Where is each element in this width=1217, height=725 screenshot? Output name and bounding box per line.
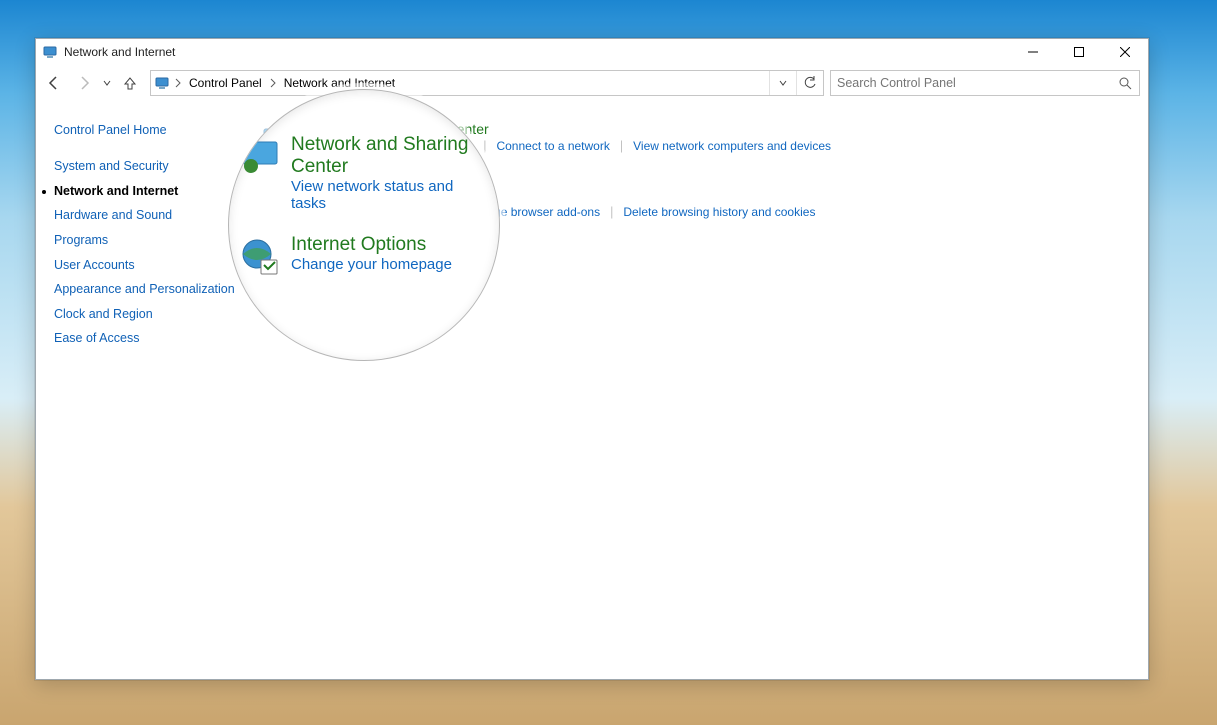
back-button[interactable] (40, 69, 68, 97)
link-view-network-devices[interactable]: View network computers and devices (633, 139, 831, 153)
minimize-button[interactable] (1010, 39, 1056, 65)
magnifier-network-heading: Network and Sharing Center (291, 134, 491, 178)
breadcrumb-level2[interactable]: Network and Internet (278, 76, 401, 90)
sidebar-item-user-accounts[interactable]: User Accounts (54, 258, 242, 274)
magnifier-overlay: Network and Sharing Center View network … (228, 89, 500, 361)
search-box[interactable] (830, 70, 1140, 96)
address-dropdown[interactable] (769, 71, 796, 95)
magnifier-internet-sub: Change your homepage (291, 256, 452, 273)
content: Network and Sharing Center View network … (258, 101, 1148, 679)
titlebar: Network and Internet (36, 39, 1148, 65)
search-icon[interactable] (1111, 76, 1139, 90)
toolbar: Control Panel Network and Internet (36, 65, 1148, 101)
window-title: Network and Internet (64, 45, 175, 59)
window-controls (1010, 39, 1148, 65)
forward-button[interactable] (70, 69, 98, 97)
body: Control Panel Home System and Security N… (36, 101, 1148, 679)
address-bar[interactable]: Control Panel Network and Internet (150, 70, 824, 96)
breadcrumb-level1[interactable]: Control Panel (183, 76, 268, 90)
link-connect-network[interactable]: Connect to a network (496, 139, 609, 153)
control-panel-window: Network and Internet Control Pan (35, 38, 1149, 680)
sidebar-item-programs[interactable]: Programs (54, 233, 242, 249)
search-input[interactable] (831, 75, 1111, 91)
close-button[interactable] (1102, 39, 1148, 65)
link-delete-history[interactable]: Delete browsing history and cookies (623, 205, 815, 219)
chevron-right-icon[interactable] (173, 78, 183, 88)
internet-options-icon (237, 234, 285, 282)
control-panel-home[interactable]: Control Panel Home (54, 123, 242, 137)
chevron-right-icon[interactable] (268, 78, 278, 88)
history-dropdown[interactable] (100, 69, 114, 97)
maximize-button[interactable] (1056, 39, 1102, 65)
sidebar-item-appearance[interactable]: Appearance and Personalization (54, 282, 242, 298)
magnifier-internet-heading: Internet Options (291, 234, 452, 256)
up-button[interactable] (116, 69, 144, 97)
magnifier-network-sub: View network status and tasks (291, 178, 491, 212)
refresh-button[interactable] (796, 71, 823, 95)
pc-icon (151, 75, 173, 91)
sidebar-item-network-internet[interactable]: Network and Internet (54, 184, 242, 200)
sidebar-item-hardware-sound[interactable]: Hardware and Sound (54, 208, 242, 224)
sidebar: Control Panel Home System and Security N… (36, 101, 258, 679)
sidebar-item-ease-of-access[interactable]: Ease of Access (54, 331, 242, 347)
sidebar-item-system-security[interactable]: System and Security (54, 159, 242, 175)
sidebar-item-clock-region[interactable]: Clock and Region (54, 307, 242, 323)
network-icon (42, 44, 58, 60)
